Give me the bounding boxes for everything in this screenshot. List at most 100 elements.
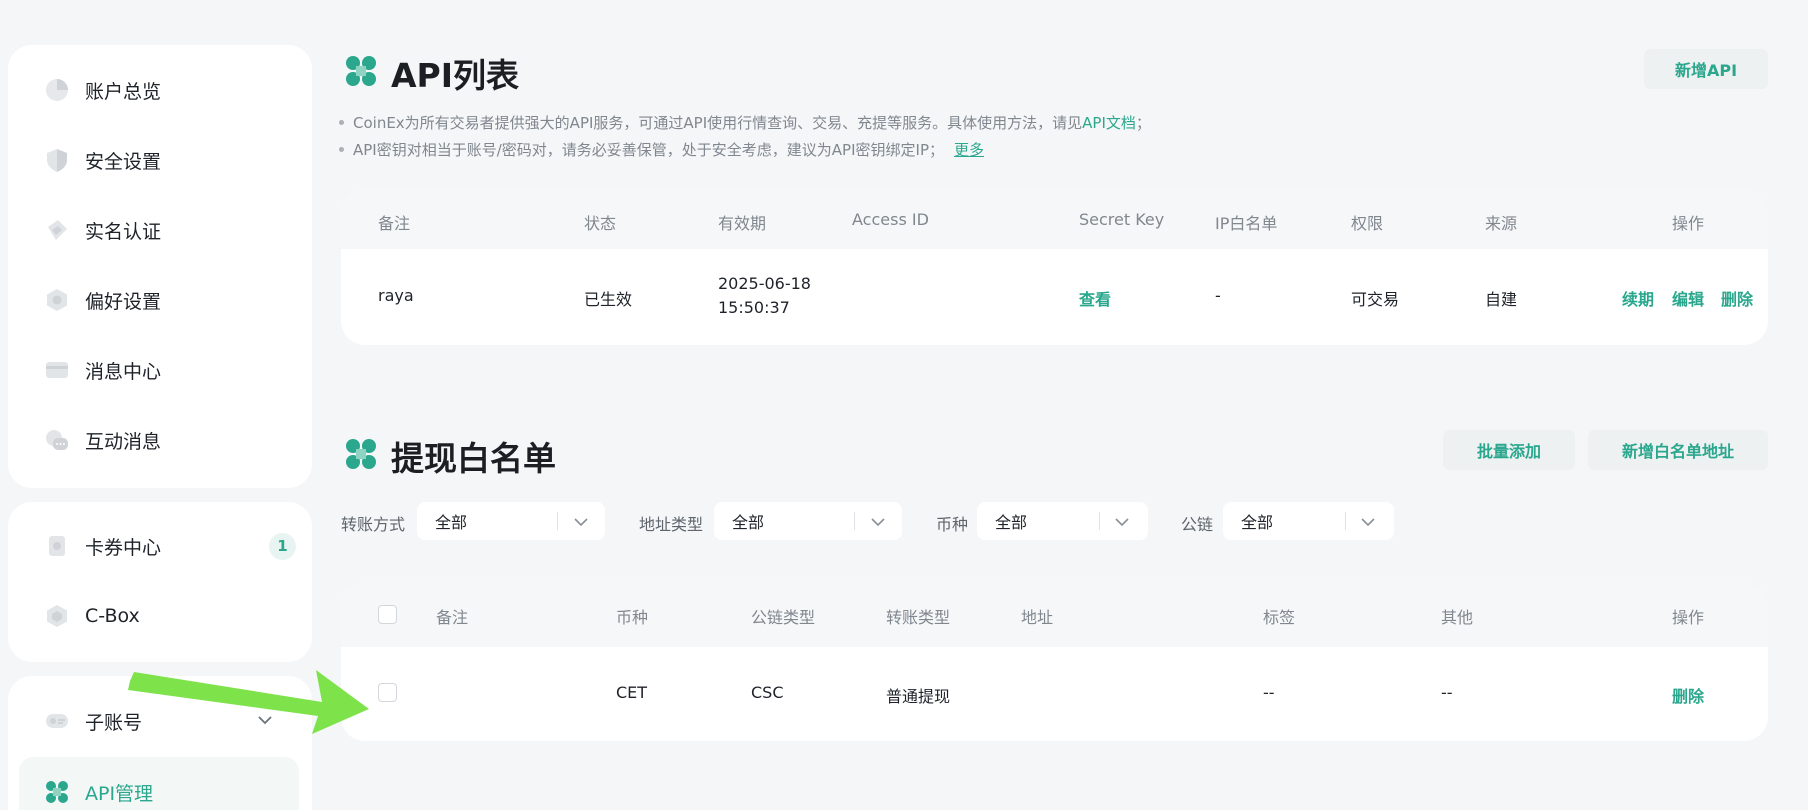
wl-tag: -- <box>1263 683 1275 702</box>
api-note-2: API密钥对相当于账号/密码对，请务必妥善保管，处于安全考虑，建议为API密钥绑… <box>339 139 984 160</box>
chevron-down-icon <box>572 513 590 535</box>
sidebar-account-card: 子账号 API管理 <box>8 676 312 810</box>
sidebar-item-security[interactable]: 安全设置 <box>8 130 312 190</box>
sidebar-item-message-center[interactable]: 消息中心 <box>8 340 312 400</box>
chat-icon <box>43 426 71 454</box>
col-actions: 操作 <box>1672 608 1705 627</box>
transfer-method-label: 转账方式 <box>341 515 406 534</box>
col-coin: 币种 <box>616 608 649 627</box>
select-all-checkbox[interactable] <box>378 605 397 624</box>
sidebar-item-label: 实名认证 <box>85 220 162 243</box>
id-card-icon <box>43 216 71 244</box>
col-permission: 权限 <box>1351 214 1384 233</box>
chain-select[interactable]: 全部 <box>1223 502 1394 540</box>
sub-account-icon <box>43 707 71 735</box>
settings-icon <box>43 286 71 314</box>
address-type-label: 地址类型 <box>639 515 704 534</box>
view-secret-link[interactable]: 查看 <box>1079 286 1111 310</box>
select-value: 全部 <box>435 513 468 532</box>
bullet-dot <box>339 120 344 125</box>
select-value: 全部 <box>1241 513 1274 532</box>
address-type-select[interactable]: 全部 <box>714 502 902 540</box>
coupon-icon <box>43 532 71 560</box>
api-icon <box>43 778 71 806</box>
api-note-2-text: API密钥对相当于账号/密码对，请务必妥善保管，处于安全考虑，建议为API密钥绑… <box>353 141 944 159</box>
col-other: 其他 <box>1441 608 1474 627</box>
pie-chart-icon <box>43 76 71 104</box>
sidebar-item-label: 卡券中心 <box>85 536 162 559</box>
col-access-id: Access ID <box>852 210 929 229</box>
sidebar-item-interactive-messages[interactable]: 互动消息 <box>8 410 312 470</box>
api-note-1: CoinEx为所有交易者提供强大的API服务，可通过API使用行情查询、交易、充… <box>339 112 1151 133</box>
add-whitelist-address-button[interactable]: 新增白名单地址 <box>1588 430 1768 470</box>
col-tag: 标签 <box>1263 608 1296 627</box>
transfer-method-select[interactable]: 全部 <box>417 502 605 540</box>
wl-chain-type: CSC <box>751 683 784 702</box>
sidebar-item-kyc[interactable]: 实名认证 <box>8 200 312 260</box>
wl-transfer-type: 普通提现 <box>886 687 951 706</box>
delete-api-button[interactable]: 删除 <box>1721 286 1753 310</box>
chevron-down-icon <box>1359 513 1377 535</box>
whitelist-table: 备注 币种 公链类型 转账类型 地址 标签 其他 操作 CET CSC 普通提现… <box>341 583 1768 741</box>
gift-box-icon <box>43 602 71 630</box>
chevron-down-icon <box>1113 513 1131 535</box>
batch-add-button[interactable]: 批量添加 <box>1443 430 1575 470</box>
col-address: 地址 <box>1021 608 1054 627</box>
api-note-1-text: CoinEx为所有交易者提供强大的API服务，可通过API使用行情查询、交易、充… <box>353 114 1083 132</box>
coin-label: 币种 <box>936 515 969 534</box>
sidebar-item-api-management[interactable]: API管理 <box>19 757 299 810</box>
row-checkbox[interactable] <box>378 683 397 702</box>
add-api-button[interactable]: 新增API <box>1644 49 1768 89</box>
chevron-down-icon <box>869 513 887 535</box>
api-logo-icon <box>343 53 379 93</box>
edit-button[interactable]: 编辑 <box>1672 286 1704 310</box>
sidebar-item-label: 互动消息 <box>85 430 162 453</box>
sidebar-item-coupon-center[interactable]: 卡券中心 1 <box>8 516 312 576</box>
select-value: 全部 <box>995 513 1028 532</box>
sidebar-item-preferences[interactable]: 偏好设置 <box>8 270 312 330</box>
api-list-header: API列表 <box>343 49 519 97</box>
sidebar-main-card: 账户总览 安全设置 实名认证 偏好设置 消息中心 互动消息 <box>8 45 312 488</box>
api-note-1-end: ； <box>1135 114 1151 132</box>
sidebar-item-label: 子账号 <box>85 711 143 734</box>
api-permission: 可交易 <box>1351 290 1400 309</box>
api-docs-link[interactable]: API文档 <box>1082 112 1136 133</box>
wl-other: -- <box>1441 683 1453 702</box>
api-table: 备注 状态 有效期 Access ID Secret Key IP白名单 权限 … <box>341 190 1768 345</box>
sidebar-item-label: 安全设置 <box>85 150 162 173</box>
sidebar-item-account-overview[interactable]: 账户总览 <box>8 60 312 120</box>
whitelist-header: 提现白名单 <box>343 432 556 480</box>
col-ip-whitelist: IP白名单 <box>1215 214 1278 233</box>
chain-label: 公链 <box>1181 515 1214 534</box>
api-validity-time: 15:50:37 <box>718 298 790 317</box>
sidebar-item-label: 账户总览 <box>85 80 162 103</box>
select-value: 全部 <box>732 513 765 532</box>
api-status: 已生效 <box>584 290 633 309</box>
col-status: 状态 <box>584 214 617 233</box>
delete-whitelist-button[interactable]: 删除 <box>1672 683 1704 707</box>
col-transfer-type: 转账类型 <box>886 608 951 627</box>
page-title: API列表 <box>391 56 520 95</box>
sidebar-item-label: 偏好设置 <box>85 290 162 313</box>
renew-button[interactable]: 续期 <box>1622 286 1654 310</box>
sidebar-item-label: C-Box <box>85 605 140 627</box>
col-validity: 有效期 <box>718 214 767 233</box>
wl-coin: CET <box>616 683 648 702</box>
sidebar-rewards-card: 卡券中心 1 C-Box <box>8 502 312 662</box>
col-source: 来源 <box>1485 214 1518 233</box>
more-link[interactable]: 更多 <box>954 139 984 160</box>
sidebar-item-sub-account[interactable]: 子账号 <box>8 691 312 751</box>
coin-select[interactable]: 全部 <box>977 502 1148 540</box>
whitelist-logo-icon <box>343 436 379 476</box>
chevron-down-icon[interactable] <box>256 711 274 733</box>
section-title: 提现白名单 <box>391 439 556 478</box>
col-chain-type: 公链类型 <box>751 608 816 627</box>
api-remark: raya <box>378 286 414 305</box>
sidebar-item-cbox[interactable]: C-Box <box>8 586 312 646</box>
coupon-count-badge: 1 <box>269 532 296 560</box>
whitelist-table-header <box>341 583 1768 647</box>
col-remark: 备注 <box>378 214 411 233</box>
api-source: 自建 <box>1485 290 1518 309</box>
sidebar-item-label: 消息中心 <box>85 360 162 383</box>
message-icon <box>43 356 71 384</box>
